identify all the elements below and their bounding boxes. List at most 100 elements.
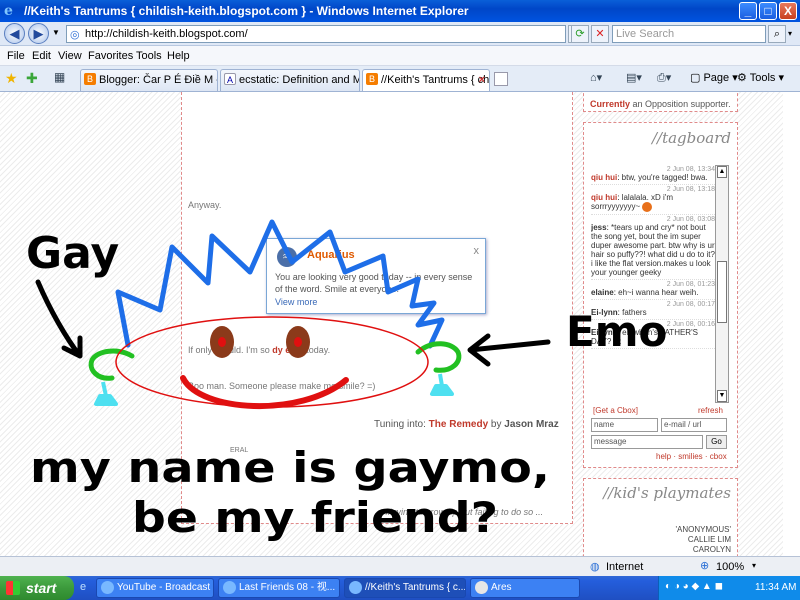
menu-tools[interactable]: Tools (136, 50, 162, 62)
scroll-up-icon[interactable]: ▲ (717, 166, 727, 178)
tag-entry: 2 Jun 08, 03:08 jess: *tears up and cry*… (591, 215, 715, 280)
home-icon[interactable]: ⌂▾ (590, 71, 602, 84)
tray-icons[interactable]: ◐ ◑ ◕ ◆ ▲ ◼ (665, 581, 723, 592)
status-snippet: Currently an Opposition supporter. (590, 99, 731, 109)
cbox-footer-links[interactable]: help · smilies · cbox (656, 452, 727, 461)
post-label: ERAL (230, 447, 249, 454)
task-youtube[interactable]: YouTube - Broadcast ... (96, 578, 214, 598)
tag-entry: 2 Jun 08, 13:34 qiu hui: btw, you're tag… (591, 165, 715, 185)
tagboard-scrollbar[interactable]: ▲ ▼ (715, 165, 729, 403)
search-icon[interactable]: ⌕ (768, 25, 786, 43)
horoscope-sign: Aquarius (307, 249, 355, 261)
menu-favorites[interactable]: Favorites (88, 50, 133, 62)
back-icon[interactable]: ◀ (4, 23, 25, 44)
quick-tabs-icon[interactable]: ▦ (54, 70, 65, 84)
tag-entry: 2 Jun 08, 00:16 Ei-lynn: eh when's FATHE… (591, 320, 715, 349)
task-keiths-tantrums[interactable]: //Keith's Tantrums { c... (344, 578, 466, 598)
playmate-name[interactable]: CAROLYN (675, 545, 731, 555)
cbox-name-input[interactable]: name (591, 418, 658, 432)
mood-suffix: today. (303, 345, 331, 355)
aquarius-icon: ♒ (277, 247, 297, 267)
task-label: Last Friends 08 - 视... (239, 582, 336, 593)
globe-icon: ◍ (590, 561, 600, 573)
ie-icon (223, 581, 236, 594)
ares-icon (475, 581, 488, 594)
tagboard-title: //tagboard (651, 129, 731, 147)
new-tab-button[interactable] (494, 72, 508, 86)
scroll-down-icon[interactable]: ▼ (717, 390, 727, 402)
status-text: an Opposition supporter. (632, 99, 731, 109)
gear-icon: ⚙ (737, 72, 747, 84)
menu-view[interactable]: View (58, 50, 82, 62)
cbox-message-input[interactable]: message (591, 435, 703, 449)
song-link[interactable]: The Remedy (429, 419, 488, 430)
clock: 11:34 AM (755, 582, 797, 593)
tag-entry: 2 Jun 08, 00:17 Ei-lynn: fathers (591, 300, 715, 320)
tag-entry: 2 Jun 08, 01:23 elaine: eh~i wanna hear … (591, 280, 715, 300)
favorites-star-icon[interactable]: ★ (5, 70, 18, 87)
zoom-level[interactable]: 100% (716, 561, 744, 573)
task-ares[interactable]: Ares (470, 578, 580, 598)
forward-icon[interactable]: ▶ (28, 23, 49, 44)
minimize-button[interactable]: _ (739, 2, 757, 20)
stop-icon[interactable]: ✕ (591, 25, 609, 43)
task-last-friends[interactable]: Last Friends 08 - 视... (218, 578, 340, 598)
page-menu-label: Page (703, 72, 730, 84)
tab-label: Blogger: Čar P É Điề M - C... (99, 74, 217, 86)
anyway-text: Anyway. (188, 200, 222, 210)
history-dropdown-icon[interactable]: ▼ (52, 28, 60, 37)
scroll-thumb[interactable] (717, 261, 727, 323)
print-icon[interactable]: ⎙▾ (657, 71, 671, 85)
refresh-link[interactable]: refresh (698, 406, 723, 415)
add-favorites-icon[interactable]: ✚ (26, 70, 38, 87)
search-options-icon[interactable]: ▾ (788, 29, 792, 38)
close-window-button[interactable]: X (779, 2, 797, 20)
tag-entry: 2 Jun 08, 13:18 qiu hui: lalalala. xD i'… (591, 185, 715, 215)
tab-keiths-tantrums[interactable]: B //Keith's Tantrums { childi... × (362, 69, 490, 91)
menu-help[interactable]: Help (167, 50, 190, 62)
cbox-url-input[interactable]: e-mail / url (661, 418, 727, 432)
playmate-name[interactable]: CALLIE LIM (675, 535, 731, 545)
menu-edit[interactable]: Edit (32, 50, 51, 62)
feeds-icon[interactable]: ▤▾ (626, 71, 642, 84)
quicklaunch-ie-icon[interactable]: e (80, 581, 86, 593)
zoom-dropdown-icon[interactable]: ▾ (752, 561, 756, 570)
tag-message: eh~i wanna hear weih. (618, 288, 699, 297)
search-input[interactable]: Live Search (612, 25, 766, 43)
tools-menu-label: Tools (749, 72, 776, 84)
boo-line: Boo man. Someone please make me smile? =… (188, 381, 376, 391)
tab-ecstatic[interactable]: A ecstatic: Definition and Much... (220, 69, 360, 91)
address-input[interactable]: ◎ http://childish-keith.blogspot.com/ (66, 25, 566, 43)
window-title-bar: e //Keith's Tantrums { childish-keith.bl… (0, 0, 800, 22)
menu-file[interactable]: File (7, 50, 25, 62)
close-popup-icon[interactable]: x (474, 245, 480, 257)
windows-flag-icon (6, 581, 20, 595)
blogger-icon: B (84, 73, 96, 85)
mood-line-text: If only I could. I'm so (188, 345, 273, 355)
refresh-icon[interactable]: ⟳ (571, 25, 589, 43)
playmates-title: //kid's playmates (603, 484, 731, 502)
blogger-icon: B (366, 73, 378, 85)
tag-date: 2 Jun 08, 13:18 (666, 186, 715, 193)
window-title: //Keith's Tantrums { childish-keith.blog… (24, 4, 469, 18)
page-menu[interactable]: ▢ Page ▾ (690, 71, 738, 84)
close-tab-icon[interactable]: × (479, 70, 485, 90)
get-cbox-link[interactable]: [Get a Cbox] (593, 406, 638, 415)
start-button[interactable]: start (0, 576, 74, 600)
artist-name: Jason Mraz (504, 419, 559, 430)
cbox-go-button[interactable]: Go (706, 435, 727, 449)
playmate-name[interactable]: 'ANONYMOUS' (675, 525, 731, 535)
tuning-label: Tuning into: (374, 419, 426, 430)
tab-blogger[interactable]: B Blogger: Čar P É Điề M - C... (80, 69, 218, 91)
view-more-link[interactable]: View more (275, 297, 317, 307)
security-zone: Internet (606, 561, 644, 573)
maximize-button[interactable]: □ (759, 2, 777, 20)
tag-message: fathers (622, 308, 647, 317)
tools-menu[interactable]: ⚙ Tools ▾ (737, 71, 784, 84)
tag-name: Ei-lynn (591, 308, 618, 317)
system-tray: ◐ ◑ ◕ ◆ ▲ ◼ 11:34 AM (658, 576, 800, 600)
taskbar: start e YouTube - Broadcast ... Last Fri… (0, 576, 800, 600)
horoscope-popup: ♒ Aquarius x You are looking very good t… (266, 238, 486, 314)
ie-icon (349, 581, 362, 594)
mood-line: If only I could. I'm so dy emo today. (188, 345, 330, 355)
